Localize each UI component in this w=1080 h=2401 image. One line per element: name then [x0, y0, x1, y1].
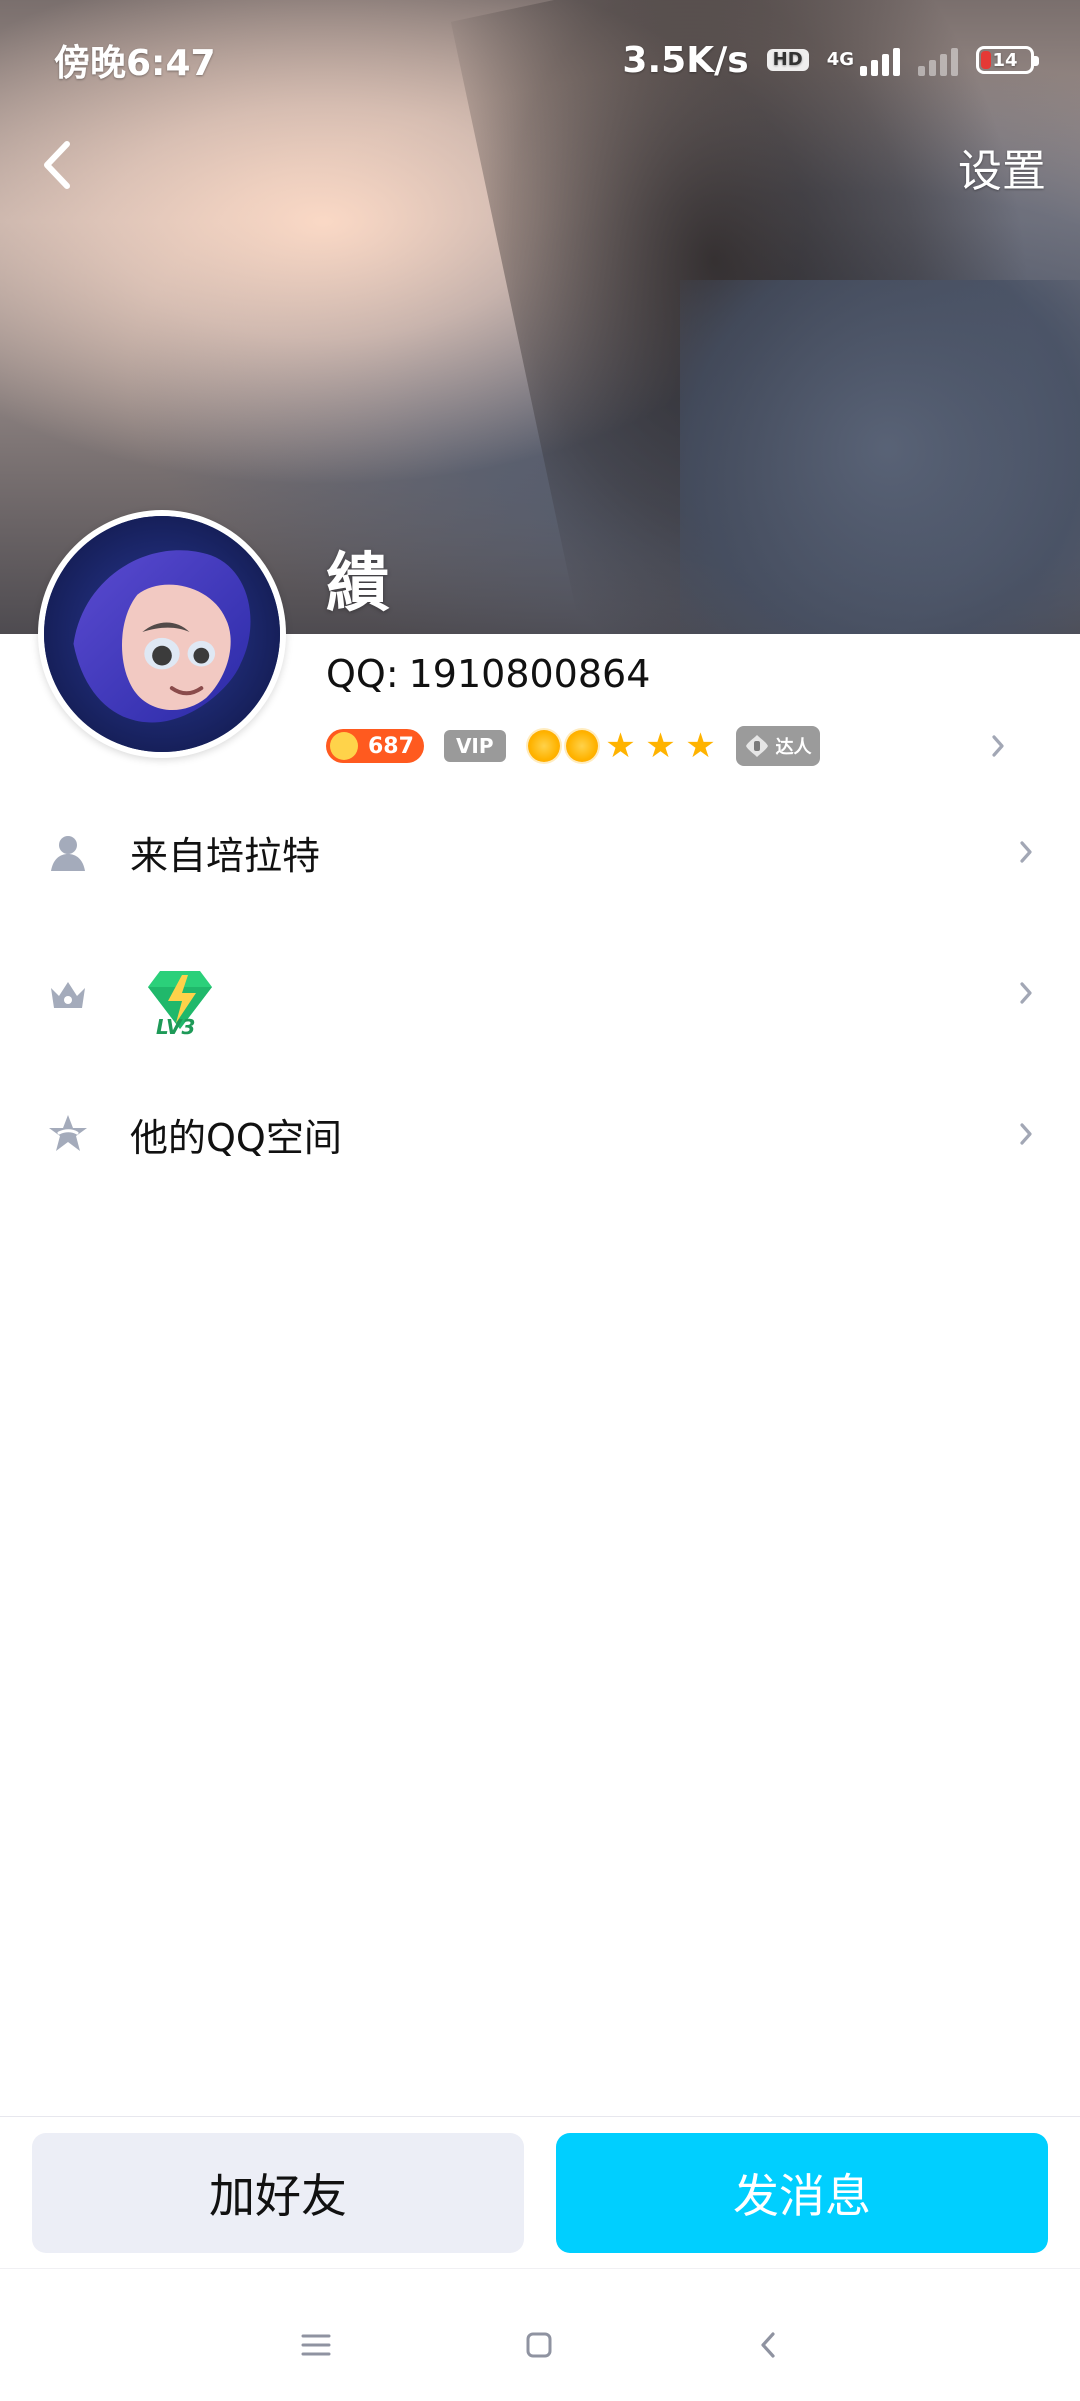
badges-row[interactable]: 687 VIP ★ ★ ★ 达人: [326, 718, 1046, 774]
crown-icon: [42, 967, 94, 1019]
location-label: 来自培拉特: [130, 833, 321, 878]
sun-icon: [565, 730, 598, 762]
send-message-button[interactable]: 发消息: [556, 2133, 1048, 2253]
menu-icon: [301, 2334, 331, 2356]
star-icon: ★: [645, 726, 676, 766]
settings-button[interactable]: 设置: [958, 132, 1046, 202]
back-arrow-icon: [44, 141, 70, 189]
send-message-label: 发消息: [733, 2169, 871, 2223]
status-left: 傍晚6:47: [54, 34, 216, 86]
battery-level: 14: [992, 49, 1018, 71]
star-icon: ★: [685, 726, 716, 766]
star-icon: ★: [605, 726, 636, 766]
network-type-icon: 4G: [827, 44, 900, 76]
signal-strength-secondary-icon: [918, 44, 958, 76]
status-right: 3.5K/s HD 4G 14: [622, 39, 1039, 81]
sun-icon: [527, 730, 560, 762]
network-speed: 3.5K/s: [622, 39, 749, 81]
hd-icon: HD: [766, 49, 809, 71]
qq-number-line: QQ: 1910800864: [326, 652, 650, 696]
chevron-right-icon: [1020, 982, 1032, 1004]
add-friend-button[interactable]: 加好友: [32, 2133, 524, 2253]
battery-fill: [981, 51, 991, 69]
coin-count: 687: [368, 733, 414, 759]
avatar-image: [44, 516, 280, 752]
system-navigation-bar: [0, 2268, 1080, 2401]
qq-number: 1910800864: [408, 652, 651, 696]
talent-label: 达人: [775, 737, 812, 758]
vip-badge: VIP: [443, 730, 506, 762]
chevron-right-icon: [1020, 841, 1032, 863]
qzone-star-icon: [42, 1108, 94, 1160]
level-label: LV3: [156, 1015, 196, 1039]
list-item-level[interactable]: LV3: [0, 933, 1080, 1053]
back-chevron-icon: [761, 2332, 775, 2358]
hd-label: HD: [772, 49, 803, 70]
back-nav-button[interactable]: [738, 2315, 798, 2375]
qzone-label: 他的QQ空间: [130, 1115, 342, 1160]
talent-badge: 达人: [735, 726, 820, 766]
coin-icon: [330, 732, 358, 760]
home-button[interactable]: [509, 2315, 569, 2375]
list-item-location[interactable]: 来自培拉特: [0, 792, 1080, 912]
level-icons: ★ ★ ★: [527, 726, 718, 766]
status-bar: 傍晚6:47 3.5K/s HD 4G 14: [0, 0, 1080, 120]
signal-strength-icon: [860, 44, 900, 76]
user-icon: [42, 826, 94, 878]
qq-label: QQ:: [326, 652, 399, 696]
chevron-right-icon: [992, 735, 1004, 757]
list-item-qzone[interactable]: 他的QQ空间: [0, 1074, 1080, 1194]
vip-label: VIP: [455, 734, 494, 758]
chevron-right-icon: [1020, 1123, 1032, 1145]
nickname: 繢: [326, 547, 390, 621]
recents-button[interactable]: [286, 2315, 346, 2375]
back-button[interactable]: [24, 126, 88, 204]
add-friend-label: 加好友: [209, 2169, 347, 2223]
avatar[interactable]: [38, 510, 286, 758]
square-icon: [526, 2332, 552, 2358]
avatar-illustration: [44, 516, 280, 752]
level-emblem: LV3: [138, 957, 222, 1041]
battery-icon: 14: [976, 46, 1039, 74]
bottom-action-bar: 加好友 发消息: [0, 2116, 1080, 2269]
coin-badge: 687: [326, 729, 424, 763]
network-type-label: 4G: [826, 49, 854, 70]
cover-photo-jacket: [680, 280, 1080, 634]
talent-icon: [744, 733, 770, 759]
settings-label: 设置: [958, 146, 1046, 197]
status-time: 傍晚6:47: [54, 43, 216, 84]
